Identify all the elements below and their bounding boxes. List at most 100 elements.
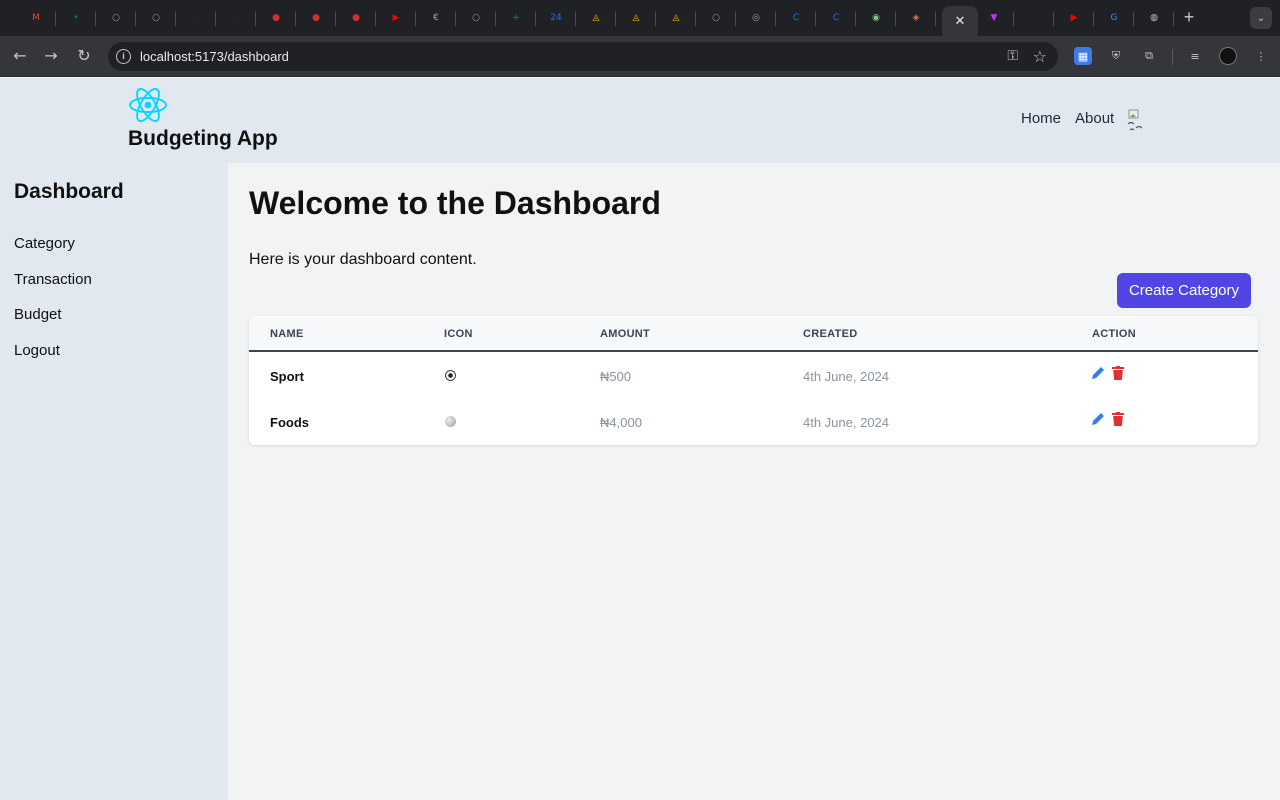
loading-icon: ○	[712, 13, 720, 23]
browser-tab[interactable]: +	[496, 4, 536, 32]
drive-icon: ◬	[592, 13, 600, 23]
react-logo-icon[interactable]	[127, 86, 169, 124]
main-content: Welcome to the Dashboard Here is your da…	[228, 163, 1280, 800]
delete-trash-icon[interactable]	[1112, 412, 1124, 426]
tab-search-icon[interactable]: ⌄	[1250, 7, 1272, 29]
browser-tab[interactable]: ◉	[856, 4, 896, 32]
loading-icon: ○	[472, 13, 480, 23]
user-avatar-icon[interactable]	[1126, 108, 1146, 132]
browser-tab[interactable]: C	[816, 4, 856, 32]
address-bar[interactable]: i localhost:5173/dashboard ⚿ ☆	[108, 42, 1058, 71]
record-icon: ●	[352, 13, 360, 23]
app-header: Budgeting App Home About	[0, 78, 1280, 163]
active-tab[interactable]: ✕	[942, 6, 978, 36]
site-icon: ◎	[752, 13, 760, 23]
profile-avatar-icon[interactable]	[1219, 47, 1237, 65]
browser-tab[interactable]: ·	[176, 4, 216, 32]
browser-toolbar: ← → ↻ i localhost:5173/dashboard ⚿ ☆ ▦ ⛨…	[0, 36, 1280, 77]
create-category-button[interactable]: Create Category	[1117, 273, 1251, 308]
browser-tab[interactable]: ◎	[736, 4, 776, 32]
browser-tab[interactable]: G	[1094, 4, 1134, 32]
browser-tab[interactable]: M	[16, 4, 56, 32]
site-icon	[1027, 11, 1042, 26]
record-icon: ●	[272, 13, 280, 23]
page-title: Welcome to the Dashboard	[249, 185, 661, 221]
column-header-action: ACTION	[1092, 328, 1136, 340]
browser-menu-icon[interactable]: ⋮	[1252, 47, 1270, 65]
site-icon: €	[433, 13, 439, 23]
browser-tab[interactable]: ▼	[974, 4, 1014, 32]
new-tab-button[interactable]: +	[1180, 8, 1198, 26]
column-header-created: CREATED	[803, 328, 858, 340]
shield-icon[interactable]: ⛨	[1107, 47, 1125, 65]
site-info-icon[interactable]: i	[116, 49, 131, 64]
reading-list-icon[interactable]: ≡	[1186, 47, 1204, 65]
row-created: 4th June, 2024	[803, 369, 890, 384]
browser-tab[interactable]: ●	[296, 4, 336, 32]
forward-icon[interactable]: →	[41, 46, 61, 66]
browser-tab[interactable]: ·	[216, 4, 256, 32]
sidebar-item-transaction[interactable]: Transaction	[14, 271, 92, 307]
extension-icon[interactable]: ▦	[1074, 47, 1092, 65]
browser-tab[interactable]: ●	[256, 4, 296, 32]
browser-tab[interactable]: ◍	[1134, 4, 1174, 32]
youtube-icon: ▶	[392, 13, 400, 23]
column-header-name: NAME	[270, 328, 304, 340]
loading-icon: ○	[152, 13, 160, 23]
browser-tab[interactable]: ○	[456, 4, 496, 32]
back-icon[interactable]: ←	[10, 46, 30, 66]
bookmark-star-icon[interactable]: ☆	[1033, 47, 1047, 66]
extensions-puzzle-icon[interactable]: ⧉	[1140, 47, 1158, 65]
delete-trash-icon[interactable]	[1112, 366, 1124, 380]
browser-tab[interactable]	[1014, 4, 1054, 32]
browser-tab[interactable]: ●	[336, 4, 376, 32]
table-row: Foods ₦4,000 4th June, 2024	[249, 399, 1258, 445]
browser-tab[interactable]: ▶	[376, 4, 416, 32]
c-icon: C	[792, 13, 800, 23]
tab-divider	[935, 12, 936, 26]
site-icon: •	[73, 13, 79, 23]
close-tab-icon[interactable]: ✕	[955, 13, 966, 29]
site-icon: ◈	[912, 13, 920, 23]
browser-tab[interactable]: ○	[696, 4, 736, 32]
browser-tab[interactable]: ◬	[616, 4, 656, 32]
edit-pencil-icon[interactable]	[1091, 412, 1105, 426]
site-icon: ◉	[872, 13, 880, 23]
column-header-amount: AMOUNT	[600, 328, 651, 340]
sidebar: Dashboard Category Transaction Budget Lo…	[0, 163, 228, 800]
browser-tab[interactable]: ◬	[656, 4, 696, 32]
record-icon: ●	[312, 13, 320, 23]
browser-tab[interactable]: ◬	[576, 4, 616, 32]
youtube-icon: ▶	[1070, 13, 1078, 23]
site-icon: ·	[234, 13, 238, 23]
url-text[interactable]: localhost:5173/dashboard	[140, 49, 289, 64]
reload-icon[interactable]: ↻	[74, 46, 94, 66]
browser-tab[interactable]: C	[776, 4, 816, 32]
browser-tab[interactable]: ◈	[896, 4, 936, 32]
browser-tab[interactable]: 24	[536, 4, 576, 32]
toolbar-divider	[1172, 49, 1173, 65]
edit-pencil-icon[interactable]	[1091, 366, 1105, 380]
brand-title[interactable]: Budgeting App	[128, 127, 278, 151]
sidebar-item-budget[interactable]: Budget	[14, 306, 92, 342]
row-name: Foods	[270, 415, 309, 430]
browser-tab[interactable]: ▶	[1054, 4, 1094, 32]
password-key-icon[interactable]: ⚿	[1007, 48, 1018, 64]
browser-tab[interactable]: ○	[96, 4, 136, 32]
browser-tab[interactable]: €	[416, 4, 456, 32]
soccer-ball-icon	[445, 370, 456, 381]
table-header: NAME ICON AMOUNT CREATED ACTION	[249, 316, 1258, 352]
vite-icon: ▼	[990, 13, 998, 23]
browser-tab[interactable]: ○	[136, 4, 176, 32]
sidebar-menu: Category Transaction Budget Logout	[14, 235, 92, 377]
nav-about-link[interactable]: About	[1075, 110, 1114, 127]
row-amount: ₦4,000	[600, 415, 642, 430]
sidebar-item-category[interactable]: Category	[14, 235, 92, 271]
nav-home-link[interactable]: Home	[1021, 110, 1061, 127]
browser-tab[interactable]: •	[56, 4, 96, 32]
top-nav: Home About	[1021, 110, 1114, 127]
foods-icon	[445, 416, 456, 427]
column-header-icon: ICON	[444, 328, 473, 340]
sidebar-item-logout[interactable]: Logout	[14, 342, 92, 378]
page-subtitle: Here is your dashboard content.	[249, 251, 477, 268]
